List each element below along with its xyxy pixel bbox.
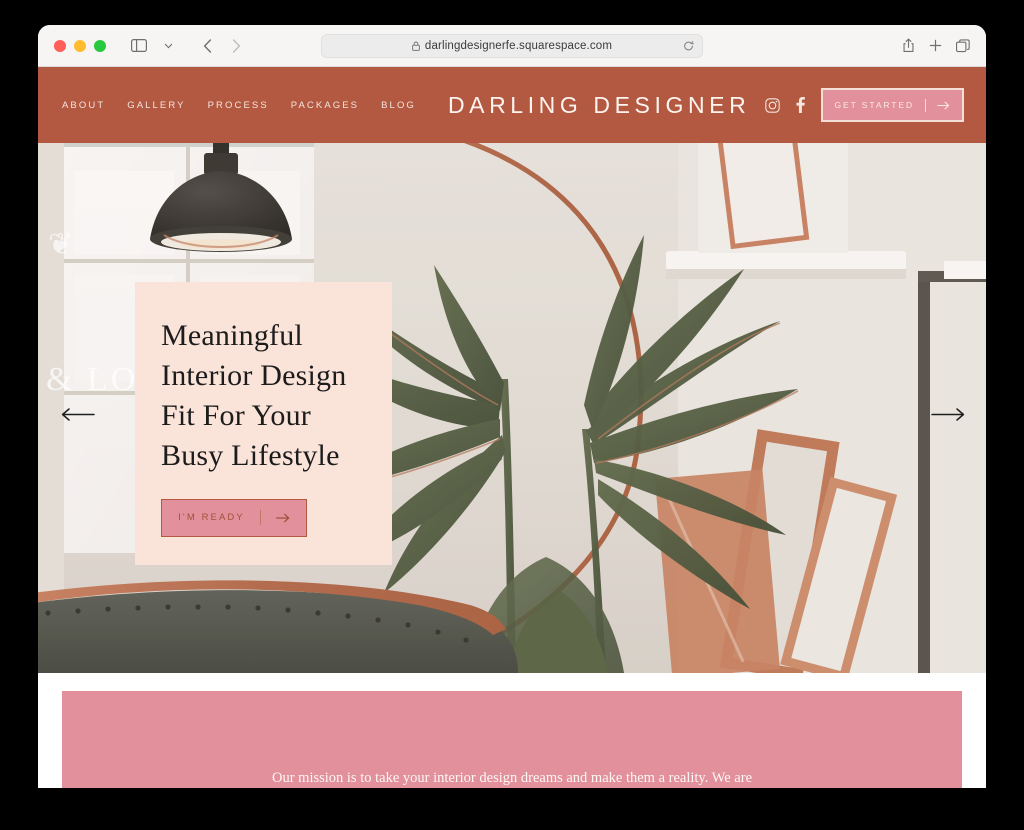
browser-toolbar: darlingdesignerfe.squarespace.com: [38, 25, 986, 67]
window-controls: [38, 39, 106, 52]
mission-section: Our mission is to take your interior des…: [38, 673, 986, 788]
back-arrow-icon[interactable]: [194, 34, 220, 58]
nav-item-packages[interactable]: PACKAGES: [291, 100, 359, 111]
chevron-down-icon[interactable]: [155, 34, 181, 58]
url-text: darlingdesignerfe.squarespace.com: [424, 39, 613, 52]
arrow-right-icon: [937, 101, 950, 110]
minimize-window-button[interactable]: [74, 39, 86, 52]
facebook-icon[interactable]: [796, 97, 805, 113]
plus-icon[interactable]: [929, 39, 942, 52]
lock-icon: [412, 41, 420, 51]
toolbar-actions: [902, 38, 970, 53]
share-icon[interactable]: [902, 38, 915, 53]
hero-slider: ❦ & LOCA Meaningful Interior Design Fit …: [38, 143, 986, 673]
arrow-right-icon: [931, 407, 965, 421]
navigation-controls: [126, 34, 249, 58]
nav-links: ABOUT GALLERY PROCESS PACKAGES BLOG: [62, 100, 416, 111]
im-ready-button[interactable]: I'M READY: [161, 498, 307, 537]
hero-heading: Meaningful Interior Design Fit For Your …: [161, 319, 347, 472]
nav-right-group: GET STARTED: [764, 88, 964, 122]
get-started-label: GET STARTED: [834, 100, 914, 110]
maximize-window-button[interactable]: [94, 39, 106, 52]
close-window-button[interactable]: [54, 39, 66, 52]
hero-leaf-watermark-icon: ❦: [48, 228, 74, 261]
hero-text-card: Meaningful Interior Design Fit For Your …: [135, 282, 392, 565]
arrow-right-icon: [275, 513, 290, 523]
get-started-button[interactable]: GET STARTED: [820, 88, 964, 122]
web-page: ABOUT GALLERY PROCESS PACKAGES BLOG DARL…: [38, 67, 986, 788]
mission-band: Our mission is to take your interior des…: [62, 691, 962, 788]
slider-next-button[interactable]: [926, 399, 970, 429]
nav-item-blog[interactable]: BLOG: [381, 100, 416, 111]
site-logo[interactable]: DARLING DESIGNER: [448, 92, 750, 119]
cta-divider: [925, 98, 926, 112]
sidebar-toggle-icon[interactable]: [126, 34, 152, 58]
hero-button-divider: [259, 510, 261, 526]
slider-prev-button[interactable]: [56, 399, 100, 429]
nav-item-about[interactable]: ABOUT: [62, 100, 105, 111]
reload-icon[interactable]: [683, 40, 694, 51]
nav-item-gallery[interactable]: GALLERY: [127, 100, 185, 111]
arrow-left-icon: [61, 407, 95, 421]
forward-arrow-icon[interactable]: [223, 34, 249, 58]
instagram-icon[interactable]: [764, 97, 780, 113]
site-navigation-bar: ABOUT GALLERY PROCESS PACKAGES BLOG DARL…: [38, 67, 986, 143]
im-ready-label: I'M READY: [178, 512, 245, 524]
browser-window: darlingdesignerfe.squarespace.com ABOUT …: [38, 25, 986, 788]
nav-item-process[interactable]: PROCESS: [208, 100, 269, 111]
address-bar[interactable]: darlingdesignerfe.squarespace.com: [321, 33, 703, 58]
tabs-overview-icon[interactable]: [956, 38, 970, 53]
mission-text: Our mission is to take your interior des…: [271, 769, 752, 786]
